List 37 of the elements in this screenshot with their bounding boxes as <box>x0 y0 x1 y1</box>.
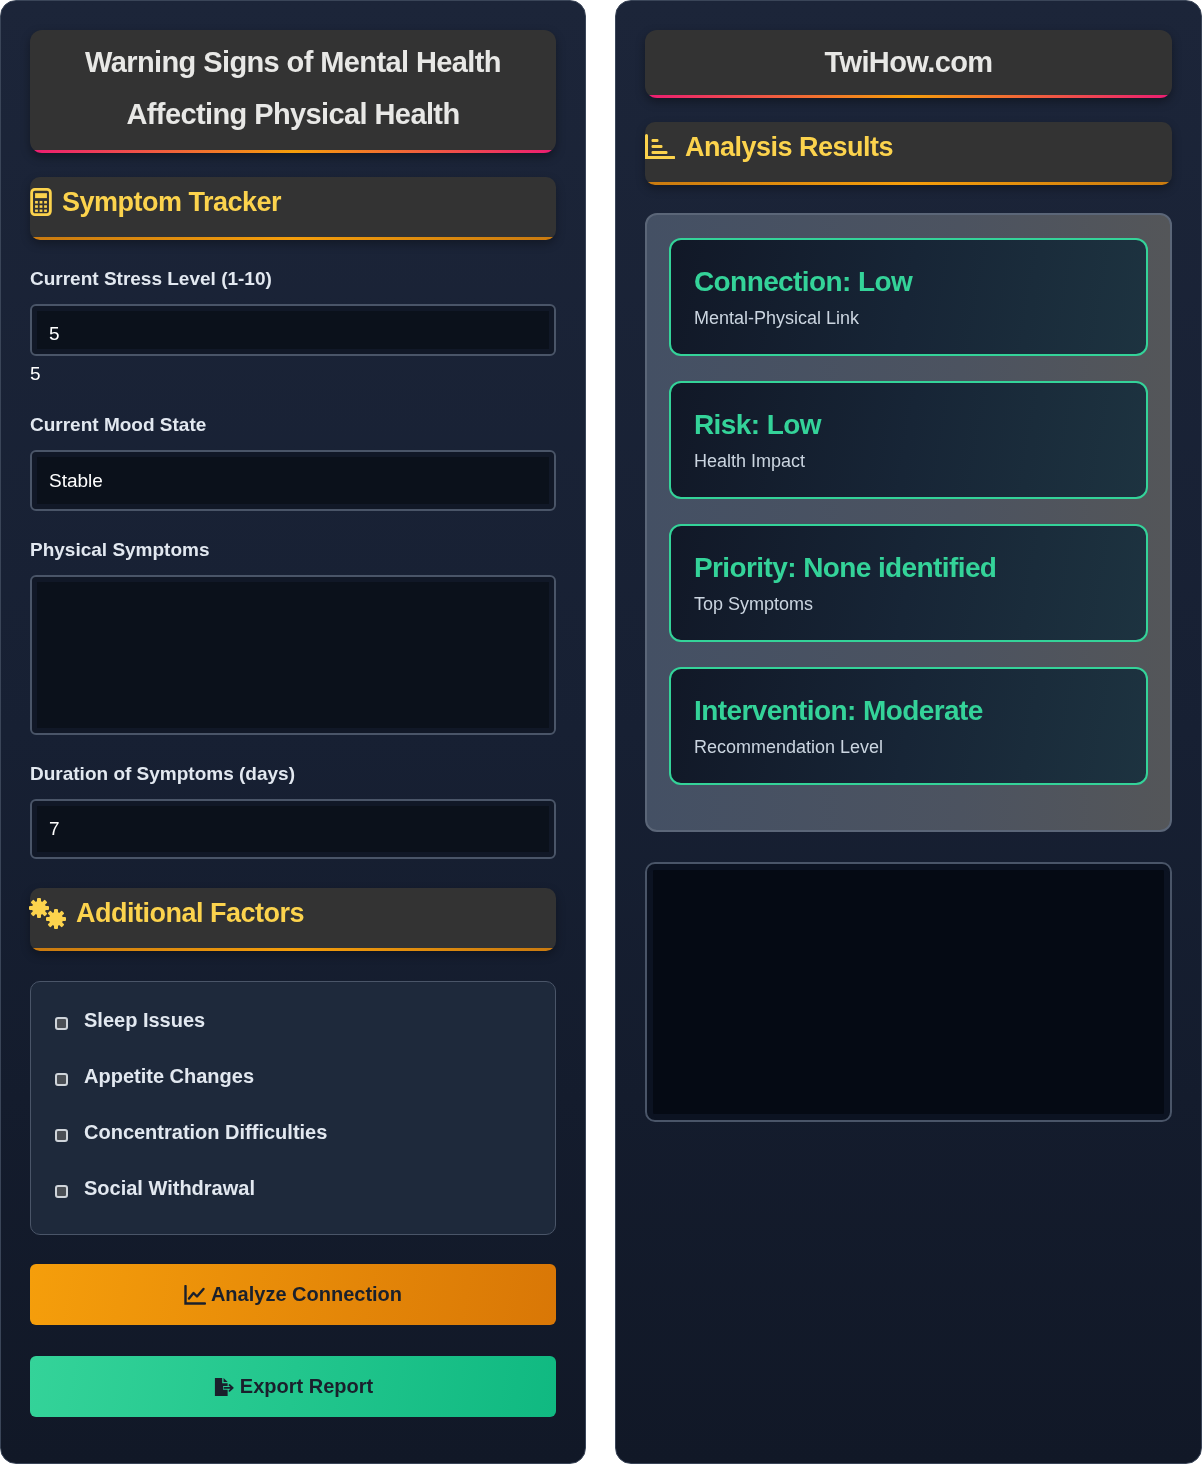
line-chart-icon <box>183 1284 206 1305</box>
section-title: Symptom Tracker <box>62 186 282 219</box>
field-label: Duration of Symptoms (days) <box>30 762 296 786</box>
result-caption: Recommendation Level <box>694 736 885 759</box>
field-label: Current Stress Level (1-10) <box>30 267 273 291</box>
result-title: Risk: Low <box>694 408 823 442</box>
checkbox-label: Appetite Changes <box>84 1064 255 1088</box>
value-readout: 5 <box>30 362 41 386</box>
result-caption: Top Symptoms <box>694 593 815 616</box>
gears-icon <box>29 898 67 930</box>
checkbox[interactable] <box>55 1072 68 1086</box>
site-title: TwiHow.com <box>645 30 1172 98</box>
checkbox[interactable] <box>55 1016 68 1030</box>
section-title: Analysis Results <box>685 131 894 164</box>
checkbox[interactable] <box>55 1184 68 1198</box>
select-field[interactable]: Stable <box>30 450 556 511</box>
result-caption: Health Impact <box>694 450 807 473</box>
field-label: Current Mood State <box>30 413 208 437</box>
input-field[interactable]: 7 <box>30 799 556 859</box>
checkbox-label: Concentration Difficulties <box>84 1120 328 1144</box>
checkbox-label: Sleep Issues <box>84 1008 206 1032</box>
analyze-button[interactable]: Analyze Connection <box>30 1264 556 1325</box>
result-title: Connection: Low <box>694 265 914 299</box>
result-title: Intervention: Moderate <box>694 694 984 728</box>
field-label: Physical Symptoms <box>30 538 211 562</box>
result-caption: Mental-Physical Link <box>694 307 861 330</box>
export-button[interactable]: Export Report <box>30 1356 556 1417</box>
result-title: Priority: None identified <box>694 551 998 585</box>
calculator-icon <box>30 188 52 216</box>
text-area[interactable] <box>30 575 556 735</box>
checkbox[interactable] <box>55 1128 68 1142</box>
file-export-icon <box>212 1376 235 1397</box>
page-title: Warning Signs of Mental Health Affecting Physical Health <box>30 30 556 153</box>
bar-chart-icon <box>644 134 675 160</box>
section-title: Additional Factors <box>76 897 304 930</box>
input-field[interactable]: 5 <box>30 304 556 356</box>
checkbox-label: Social Withdrawal <box>84 1176 255 1200</box>
